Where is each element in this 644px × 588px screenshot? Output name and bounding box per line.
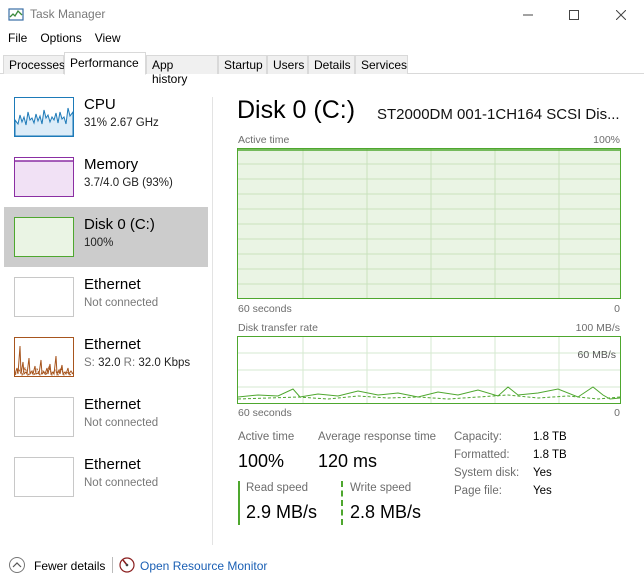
ethernet-thumbnail	[14, 337, 74, 377]
resource-name-cpu: CPU	[84, 96, 116, 113]
fewer-details-button[interactable]: Fewer details	[34, 559, 105, 573]
resource-item-ethernet-1[interactable]: Ethernet Not connected	[4, 267, 208, 327]
transfer-rate-x-left: 60 seconds	[238, 407, 292, 419]
resource-list: CPU 31% 2.67 GHz Memory 3.7/4.0 GB (93%)…	[0, 76, 212, 546]
minimize-button[interactable]	[505, 0, 551, 30]
receive-label: R:	[123, 357, 136, 369]
tab-services[interactable]: Services	[355, 55, 408, 74]
active-time-stat-value: 100%	[238, 451, 285, 471]
menu-view[interactable]: View	[95, 31, 121, 49]
system-disk-value: Yes	[533, 467, 552, 479]
active-time-x-left: 60 seconds	[238, 303, 292, 315]
resource-item-ethernet-4[interactable]: Ethernet Not connected	[4, 447, 208, 507]
transfer-rate-graph-label: Disk transfer rate	[238, 322, 318, 334]
title-bar: Task Manager	[0, 0, 644, 30]
resource-name-ethernet: Ethernet	[84, 396, 141, 413]
resource-name-ethernet: Ethernet	[84, 276, 141, 293]
resource-detail-cpu: 31% 2.67 GHz	[84, 117, 159, 129]
capacity-label: Capacity:	[454, 431, 502, 443]
ethernet-thumbnail	[14, 457, 74, 497]
window-title: Task Manager	[30, 7, 106, 21]
resource-detail-ethernet-throughput: S: 32.0 R: 32.0 Kbps	[84, 357, 190, 369]
panel-divider	[212, 97, 213, 545]
formatted-label: Formatted:	[454, 449, 510, 461]
disk-thumbnail	[14, 217, 74, 257]
transfer-rate-graph	[237, 336, 621, 404]
send-label: S:	[84, 357, 95, 369]
send-value: 32.0	[98, 357, 121, 369]
chevron-up-icon[interactable]	[9, 557, 25, 573]
transfer-rate-plot	[238, 337, 620, 403]
minimize-icon	[523, 14, 533, 16]
transfer-rate-max-label: 100 MB/s	[575, 322, 620, 334]
maximize-icon	[569, 10, 579, 20]
transfer-inner-scale: 60 MB/s	[577, 349, 616, 361]
resource-item-disk[interactable]: Disk 0 (C:) 100%	[4, 207, 208, 267]
capacity-value: 1.8 TB	[533, 431, 567, 443]
active-time-max-label: 100%	[593, 134, 620, 146]
active-time-x-right: 0	[614, 303, 620, 315]
active-time-grid	[238, 149, 620, 298]
resource-name-ethernet: Ethernet	[84, 456, 141, 473]
resource-detail-ethernet: Not connected	[84, 477, 159, 489]
page-file-label: Page file:	[454, 485, 502, 497]
write-speed-value: 2.8 MB/s	[350, 502, 422, 522]
ethernet-thumbnail	[14, 397, 74, 437]
resource-detail-ethernet: Not connected	[84, 417, 159, 429]
resource-detail-disk: 100%	[84, 237, 114, 249]
menu-options[interactable]: Options	[40, 31, 81, 49]
formatted-value: 1.8 TB	[533, 449, 567, 461]
disk-title: Disk 0 (C:)	[237, 96, 356, 124]
close-icon	[616, 10, 626, 20]
memory-thumbnail	[14, 157, 74, 197]
maximize-button[interactable]	[551, 0, 597, 30]
resource-name-disk: Disk 0 (C:)	[84, 216, 155, 233]
active-time-graph-label: Active time	[238, 134, 290, 146]
resource-item-ethernet-3[interactable]: Ethernet Not connected	[4, 387, 208, 447]
disk-model: ST2000DM 001-1CH164 SCSI Dis...	[377, 106, 620, 123]
read-speed-value: 2.9 MB/s	[246, 502, 318, 522]
resource-detail-memory: 3.7/4.0 GB (93%)	[84, 177, 173, 189]
response-time-value: 120 ms	[318, 451, 378, 471]
resource-detail-ethernet: Not connected	[84, 297, 159, 309]
menu-bar: File Options View	[0, 31, 126, 49]
tab-performance[interactable]: Performance	[64, 52, 146, 75]
footer: Fewer details Open Resource Monitor	[0, 552, 644, 582]
tab-processes[interactable]: Processes	[3, 55, 65, 74]
resource-item-memory[interactable]: Memory 3.7/4.0 GB (93%)	[4, 147, 208, 207]
cpu-thumbnail	[14, 97, 74, 137]
read-speed-label: Read speed	[246, 482, 309, 494]
receive-value: 32.0 Kbps	[138, 357, 191, 369]
tab-users[interactable]: Users	[267, 55, 308, 74]
menu-file[interactable]: File	[8, 31, 27, 49]
tab-app-history[interactable]: App history	[146, 55, 218, 86]
resource-item-cpu[interactable]: CPU 31% 2.67 GHz	[4, 87, 208, 147]
resource-name-memory: Memory	[84, 156, 139, 173]
footer-separator	[112, 557, 113, 573]
resource-name-ethernet: Ethernet	[84, 336, 141, 353]
active-time-stat-label: Active time	[238, 431, 295, 443]
resource-item-ethernet-2[interactable]: Ethernet S: 32.0 R: 32.0 Kbps	[4, 327, 208, 387]
tab-details[interactable]: Details	[308, 55, 355, 74]
system-disk-label: System disk:	[454, 467, 520, 479]
read-speed-indicator	[238, 481, 240, 525]
response-time-label: Average response time	[318, 431, 437, 443]
write-speed-label: Write speed	[350, 482, 412, 494]
write-speed-indicator	[341, 481, 343, 525]
page-file-value: Yes	[533, 485, 552, 497]
task-manager-icon	[8, 8, 24, 21]
tab-startup[interactable]: Startup	[218, 55, 267, 74]
tab-bar: Processes Performance App history Startu…	[0, 52, 644, 86]
resource-monitor-icon[interactable]	[119, 557, 135, 573]
close-button[interactable]	[598, 0, 644, 30]
active-time-graph	[237, 148, 621, 299]
transfer-rate-x-right: 0	[614, 407, 620, 419]
ethernet-thumbnail	[14, 277, 74, 317]
open-resource-monitor-link[interactable]: Open Resource Monitor	[140, 559, 267, 573]
